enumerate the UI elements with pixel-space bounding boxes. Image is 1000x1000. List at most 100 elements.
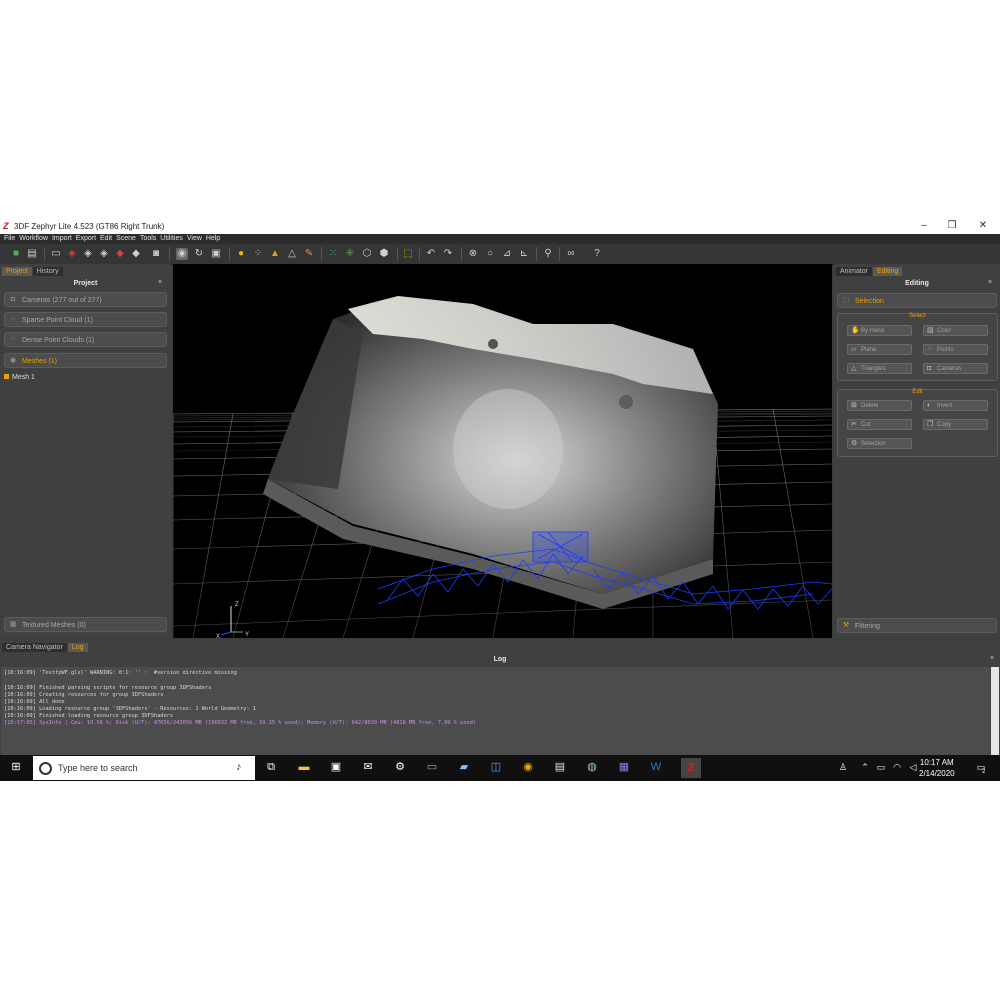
task-view-icon[interactable]: ⧉ [264,760,278,774]
log-close-icon[interactable]: × [990,655,994,662]
mesh-red-icon[interactable]: ◆ [114,248,126,260]
target-icon[interactable]: ⊗ [467,248,479,260]
menu-import[interactable]: Import [48,234,72,242]
plane-button[interactable]: ▱ Plane [847,344,912,355]
selection-tool-header[interactable]: ⬚ Selection [837,293,997,308]
triangles-button[interactable]: △ Triangles [847,363,912,374]
battery-icon[interactable]: ▭ [874,760,888,774]
tab-camera-navigator[interactable]: Camera Navigator [2,643,67,652]
delete-button[interactable]: ⊠ Delete [847,400,912,411]
app-icon-3[interactable]: ◫ [489,760,503,774]
app-icon-2[interactable]: ▰ [457,760,471,774]
panel-close-icon[interactable]: × [158,279,162,286]
teams-icon[interactable]: ▦ [617,760,631,774]
panel-close-icon[interactable]: × [988,279,992,286]
select-all-icon[interactable]: ⬢ [378,248,390,260]
mesh-icon[interactable]: ◆ [130,248,142,260]
chrome-icon[interactable]: ◉ [521,760,535,774]
frame-icon[interactable]: ▣ [210,248,222,260]
menu-utilities[interactable]: Utilities [156,234,183,242]
circle-icon[interactable]: ○ [484,248,496,260]
project-item-dense-cloud[interactable]: ⁙ Dense Point Clouds (1) [4,332,167,347]
log-scrollbar[interactable] [991,667,999,757]
redo-icon[interactable]: ↷ [442,248,454,260]
select-points-icon[interactable]: ⁙ [327,248,339,260]
taskbar-search[interactable]: Type here to search ♪ [33,756,255,780]
cube-red-icon[interactable]: ◈ [66,248,78,260]
app-icon-1[interactable]: ▭ [425,760,439,774]
minimize-icon[interactable]: – [917,220,931,231]
new-project-icon[interactable]: ■ [10,248,22,260]
points-icon[interactable]: ⁘ [252,248,264,260]
settings-icon[interactable]: ⚙ [393,760,407,774]
mesh-list-item[interactable]: Mesh 1 [4,374,35,381]
tab-editing[interactable]: Editing [873,267,903,276]
menu-workflow[interactable]: Workflow [15,234,48,242]
copy-button[interactable]: ❐ Copy [923,419,988,430]
select-cube-icon[interactable]: ⬡ [361,248,373,260]
tab-log[interactable]: Log [67,643,88,652]
maximize-icon[interactable]: ❐ [945,220,959,231]
wifi-icon[interactable]: ◠ [890,760,904,774]
cube-icon[interactable]: ◈ [82,248,94,260]
wire-icon[interactable]: △ [286,248,298,260]
cube-alt-icon[interactable]: ◈ [98,248,110,260]
project-item-meshes[interactable]: ◉ Meshes (1) [4,353,167,368]
measure-icon[interactable]: ⊿ [501,248,513,260]
tab-project[interactable]: Project [2,267,32,276]
file-explorer-icon[interactable]: ▬ [297,760,311,774]
menu-edit[interactable]: Edit [96,234,112,242]
color-button[interactable]: ▧ Color [923,325,988,336]
pin-icon[interactable]: ⚲ [542,248,554,260]
microphone-icon[interactable]: ♪ [236,761,242,773]
volume-icon[interactable]: ◁ [906,760,920,774]
menu-scene[interactable]: Scene [112,234,136,242]
tab-animator[interactable]: Animator [836,267,873,276]
bbox-icon[interactable]: ⬚ [402,248,414,260]
cameras-button[interactable]: ◘ Cameras [923,363,988,374]
layout-icon[interactable]: ▭ [50,248,62,260]
orbit-icon[interactable]: ◉ [176,248,188,260]
invert-button[interactable]: ◐ Invert [923,400,988,411]
filter-icon: ⚒ [842,622,850,629]
triangle-icon[interactable]: ▲ [269,248,281,260]
select-group-label: Select [909,313,926,319]
close-icon[interactable]: ✕ [976,220,990,231]
menu-export[interactable]: Export [72,234,96,242]
zephyr-icon[interactable]: Z [681,758,701,778]
notification-icon[interactable]: ▭ [974,760,988,774]
word-icon[interactable]: W [649,760,663,774]
tab-history[interactable]: History [32,267,63,276]
by-hand-button[interactable]: ✋ By Hand [847,325,912,336]
menu-help[interactable]: Help [202,234,220,242]
points-button[interactable]: ⁘ Points [923,344,988,355]
app-icon-5[interactable]: ◍ [585,760,599,774]
project-item-textured-meshes[interactable]: ▦ Textured Meshes (0) [4,617,167,632]
app-icon-4[interactable]: ▤ [553,760,567,774]
light-icon[interactable]: ● [235,248,247,260]
rotate-icon[interactable]: ↻ [193,248,205,260]
tray-chevron-icon[interactable]: ⌃ [858,760,872,774]
vr-icon[interactable]: ∞ [565,248,577,260]
project-item-sparse-cloud[interactable]: ⁘ Sparse Point Cloud (1) [4,312,167,327]
ruler-icon[interactable]: ⊾ [518,248,530,260]
menu-tools[interactable]: Tools [136,234,156,242]
camera-icon[interactable]: ◙ [150,248,162,260]
cut-button[interactable]: ✂ Cut [847,419,912,430]
open-project-icon[interactable]: ▤ [26,248,38,260]
brush-icon[interactable]: ✎ [303,248,315,260]
people-icon[interactable]: ♙ [836,760,850,774]
menu-file[interactable]: File [0,234,15,242]
store-icon[interactable]: ▣ [329,760,343,774]
help-icon[interactable]: ? [591,248,603,260]
menu-view[interactable]: View [183,234,202,242]
filtering-section[interactable]: ⚒ Filtering [837,618,997,633]
select-mesh-icon[interactable]: ⁜ [344,248,356,260]
project-item-cameras[interactable]: ◘ Cameras (277 out of 277) [4,292,167,307]
selection-button[interactable]: ⚙ Selection [847,438,912,449]
3d-viewport[interactable]: Z Y X [173,264,832,638]
undo-icon[interactable]: ↶ [425,248,437,260]
mail-icon[interactable]: ✉ [361,760,375,774]
windows-start-icon[interactable]: ⊞ [9,760,23,774]
taskbar-clock[interactable]: 10:17 AM 2/14/2020 [919,757,955,779]
